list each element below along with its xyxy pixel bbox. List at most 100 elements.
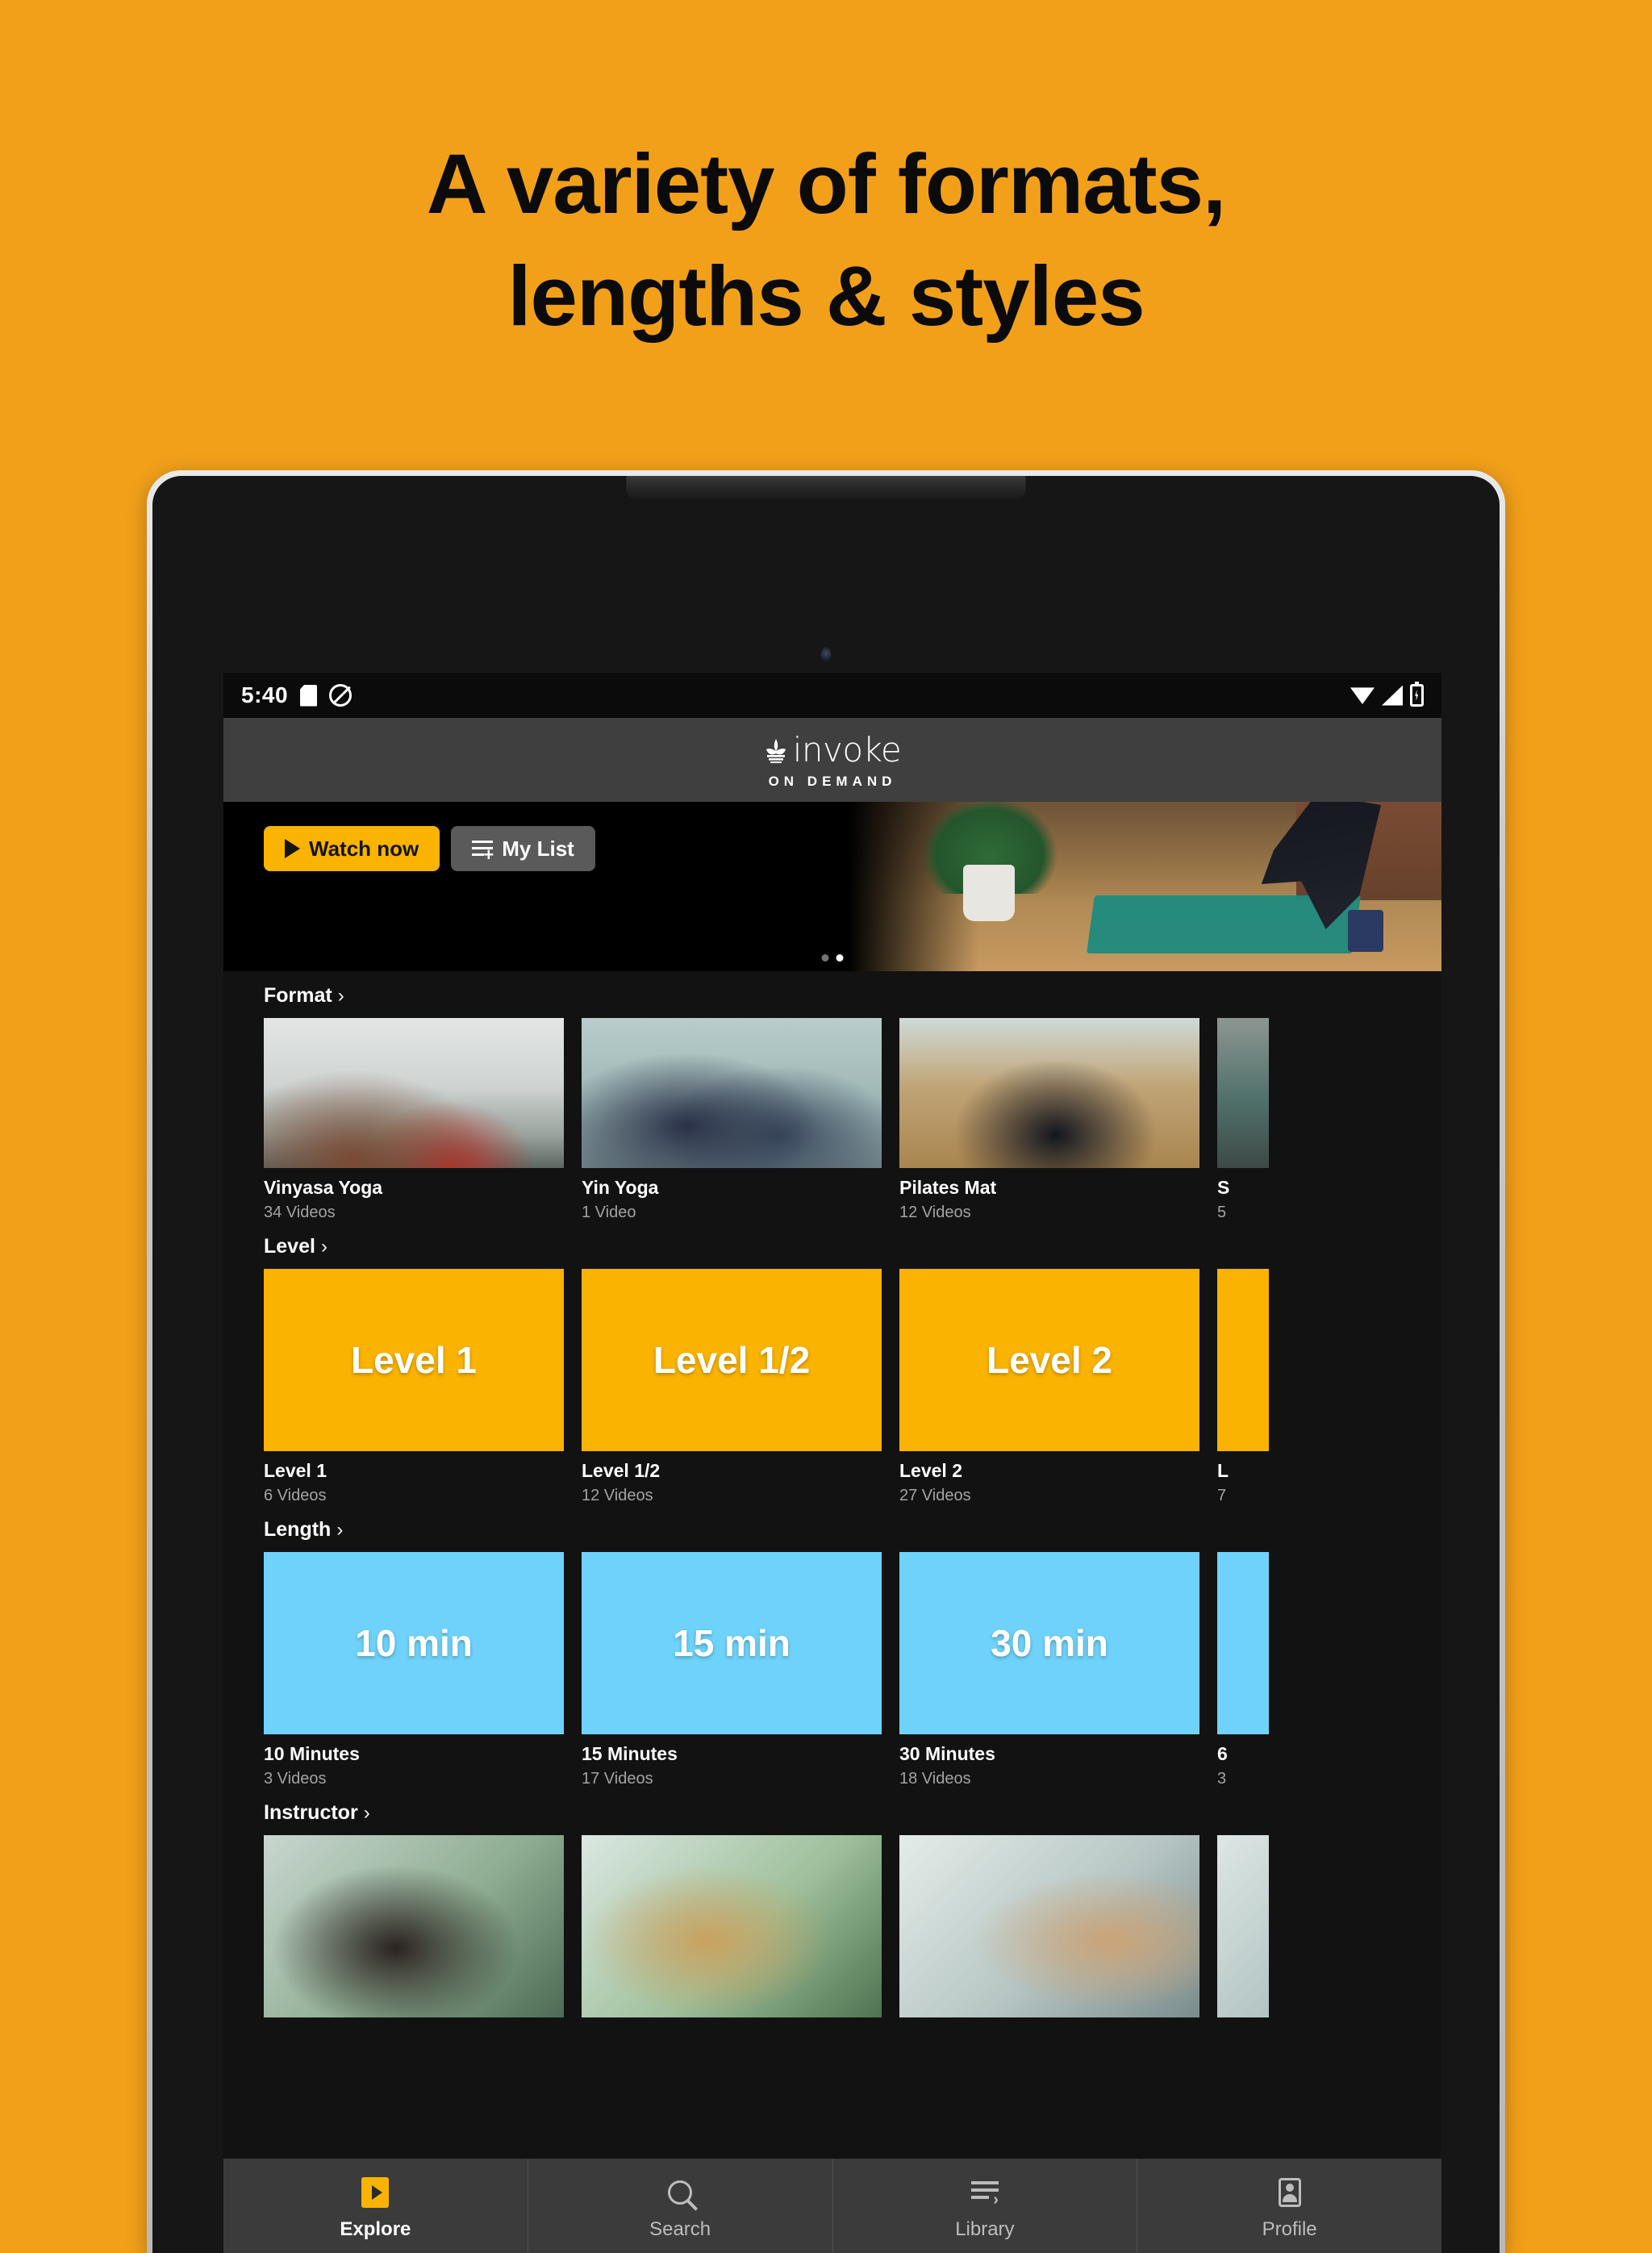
explore-play-icon [361, 2176, 390, 2209]
nav-item-search[interactable]: Search [528, 2159, 833, 2253]
device-screen: 5:40 invoke ON DEMAND Watch now + My Lis… [223, 673, 1441, 2253]
bottom-navigation-bar: Explore Search › Library Profile [223, 2159, 1441, 2253]
row-level-header[interactable]: Level › [223, 1235, 1441, 1258]
card-item[interactable] [582, 1835, 882, 2017]
card-subtitle: 34 Videos [264, 1204, 336, 1221]
card-subtitle: 12 Videos [899, 1204, 971, 1221]
card-item[interactable]: 10 min 10 Minutes 3 Videos [264, 1552, 564, 1788]
card-thumbnail [582, 1835, 882, 2017]
card-item[interactable]: Level 1 Level 1 6 Videos [264, 1269, 564, 1505]
card-subtitle: 7 [1217, 1487, 1227, 1504]
wifi-icon [1350, 687, 1375, 704]
card-item[interactable]: 15 min 15 Minutes 17 Videos [582, 1552, 882, 1788]
browse-content: Format › Vinyasa Yoga 34 Videos Yin Yoga [223, 971, 1441, 2017]
row-level-cards: Level 1 Level 1 6 Videos Level 1/2 Level… [223, 1269, 1441, 1505]
nav-item-library[interactable]: › Library [833, 2159, 1138, 2253]
card-thumbnail [899, 1018, 1199, 1168]
card-thumbnail [1217, 1269, 1269, 1451]
card-item-partial[interactable]: L 7 [1217, 1269, 1269, 1505]
watch-now-label: Watch now [309, 836, 419, 861]
card-item[interactable]: 30 min 30 Minutes 18 Videos [899, 1552, 1199, 1788]
row-level: Level › Level 1 Level 1 6 Videos Level 1… [223, 1222, 1441, 1505]
carousel-dot-active[interactable] [836, 954, 844, 962]
card-art-label: Level 1 [351, 1339, 477, 1381]
hero-background-image [849, 802, 1441, 971]
card-thumbnail: 10 min [264, 1552, 564, 1734]
profile-card-icon [1278, 2176, 1301, 2209]
row-level-title: Level [264, 1235, 315, 1258]
row-instructor-title: Instructor [264, 1801, 358, 1824]
do-not-disturb-icon [329, 684, 353, 707]
chevron-right-icon: › [336, 1518, 344, 1541]
nav-item-profile[interactable]: Profile [1137, 2159, 1441, 2253]
brand-tagline: ON DEMAND [768, 774, 897, 789]
card-thumbnail: 15 min [582, 1552, 882, 1734]
card-thumbnail [899, 1835, 1199, 2017]
invoke-lotus-icon [764, 737, 788, 763]
cell-signal-icon [1382, 685, 1403, 706]
promo-headline: A variety of formats, lengths & styles [0, 129, 1652, 353]
status-bar-right [1350, 682, 1424, 707]
card-item-partial[interactable]: S 5 [1217, 1018, 1269, 1222]
hero-actions: Watch now + My List [264, 826, 595, 871]
card-item[interactable] [899, 1835, 1199, 2017]
nav-label-library: Library [955, 2218, 1015, 2240]
card-thumbnail: Level 1 [264, 1269, 564, 1451]
card-thumbnail: Level 1/2 [582, 1269, 882, 1451]
card-title: Vinyasa Yoga [264, 1177, 383, 1198]
card-title: 10 Minutes [264, 1743, 360, 1764]
row-format-header[interactable]: Format › [223, 984, 1441, 1008]
nav-item-explore[interactable]: Explore [223, 2159, 528, 2253]
card-item[interactable]: Pilates Mat 12 Videos [899, 1018, 1199, 1222]
card-item[interactable]: Level 1/2 Level 1/2 12 Videos [582, 1269, 882, 1505]
battery-charging-icon [1410, 682, 1424, 707]
carousel-dot[interactable] [821, 954, 829, 962]
front-camera-icon [820, 647, 832, 663]
tablet-body: 5:40 invoke ON DEMAND Watch now + My Lis… [152, 476, 1500, 2253]
card-subtitle: 6 Videos [264, 1487, 327, 1504]
card-subtitle: 1 Video [582, 1204, 636, 1221]
card-thumbnail [264, 1018, 564, 1168]
card-subtitle: 5 [1217, 1204, 1227, 1221]
row-instructor: Instructor › [223, 1788, 1441, 2017]
status-bar-clock: 5:40 [241, 682, 289, 707]
card-title: 15 Minutes [582, 1743, 678, 1764]
card-title: L [1217, 1460, 1229, 1481]
hero-banner[interactable]: Watch now + My List [223, 802, 1441, 971]
hero-carousel-dots[interactable] [821, 954, 844, 962]
card-item-partial[interactable]: 6 3 [1217, 1552, 1269, 1788]
chevron-right-icon: › [337, 984, 344, 1007]
card-subtitle: 27 Videos [899, 1487, 971, 1504]
card-item-partial[interactable] [1217, 1835, 1269, 2017]
my-list-button[interactable]: + My List [451, 826, 595, 871]
watch-now-button[interactable]: Watch now [264, 826, 440, 871]
row-format-title: Format [264, 984, 332, 1007]
row-format: Format › Vinyasa Yoga 34 Videos Yin Yoga [223, 971, 1441, 1222]
card-thumbnail [1217, 1018, 1269, 1168]
card-thumbnail: Level 2 [899, 1269, 1199, 1451]
tablet-device-frame: 5:40 invoke ON DEMAND Watch now + My Lis… [147, 470, 1505, 2253]
card-thumbnail: 30 min [899, 1552, 1199, 1734]
card-item[interactable]: Yin Yoga 1 Video [582, 1018, 882, 1222]
chevron-right-icon: › [363, 1801, 370, 1824]
card-title: 30 Minutes [899, 1743, 995, 1764]
brand-name: invoke [792, 730, 902, 770]
card-title: 6 [1217, 1743, 1228, 1764]
row-length-cards: 10 min 10 Minutes 3 Videos 15 min 15 Min… [223, 1552, 1441, 1788]
card-item[interactable]: Vinyasa Yoga 34 Videos [264, 1018, 564, 1222]
card-item[interactable]: Level 2 Level 2 27 Videos [899, 1269, 1199, 1505]
card-item[interactable] [264, 1835, 564, 2017]
row-length-header[interactable]: Length › [223, 1518, 1441, 1542]
library-list-icon: › [970, 2176, 999, 2209]
my-list-label: My List [502, 836, 574, 861]
card-title: Level 1 [264, 1460, 327, 1481]
row-length: Length › 10 min 10 Minutes 3 Videos 15 m… [223, 1505, 1441, 1788]
card-subtitle: 12 Videos [582, 1487, 653, 1504]
sd-card-icon [300, 684, 318, 707]
card-subtitle: 17 Videos [582, 1770, 653, 1788]
row-instructor-header[interactable]: Instructor › [223, 1801, 1441, 1825]
status-bar-left: 5:40 [241, 682, 353, 708]
row-instructor-cards [223, 1835, 1441, 2017]
card-thumbnail [582, 1018, 882, 1168]
headline-line-2: lengths & styles [507, 248, 1145, 344]
